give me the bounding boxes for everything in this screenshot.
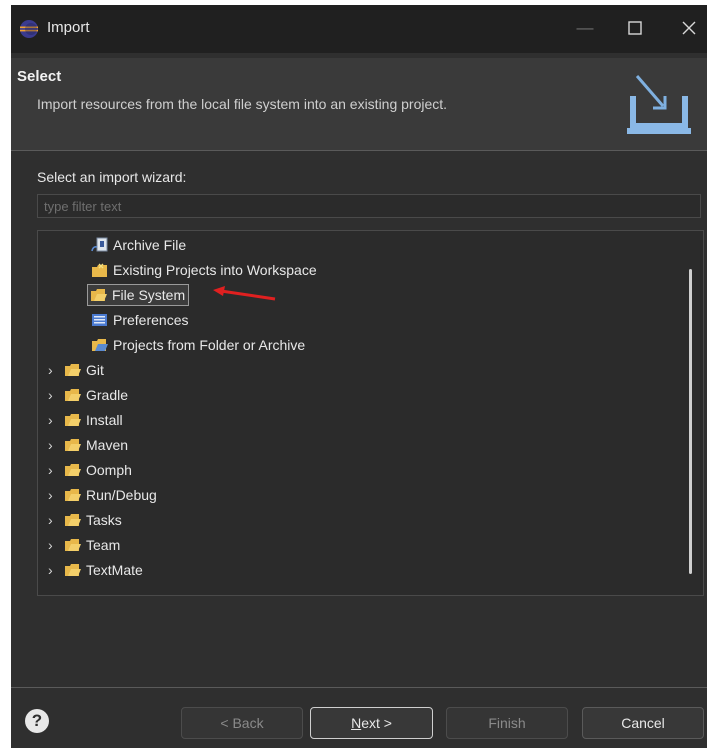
tree-item-file-system[interactable]: File System <box>87 283 190 307</box>
tree-item-preferences[interactable]: Preferences <box>91 308 188 332</box>
tree-category-git[interactable]: › Git <box>48 358 104 382</box>
tree-item-label: Run/Debug <box>86 487 157 503</box>
folder-icon <box>65 389 81 401</box>
tree-category-gradle[interactable]: › Gradle <box>48 383 128 407</box>
tree-item-label: Maven <box>86 437 129 453</box>
tree-item-label: Team <box>86 537 121 553</box>
folder-icon <box>65 489 81 501</box>
tree-item-label: Install <box>86 412 123 428</box>
folder-icon <box>65 564 81 576</box>
footer-separator <box>11 687 707 688</box>
finish-button[interactable]: Finish <box>446 707 568 739</box>
tree-item-label: Existing Projects into Workspace <box>113 262 317 278</box>
folder-icon <box>65 414 81 426</box>
maximize-button[interactable] <box>621 15 649 41</box>
projects-folder-icon <box>92 339 108 351</box>
wizard-header: Select Import resources from the local f… <box>11 58 707 151</box>
folder-icon <box>65 464 81 476</box>
chevron-right-icon[interactable]: › <box>48 412 64 428</box>
archive-file-icon <box>91 237 108 252</box>
page-title: Select <box>17 68 62 85</box>
tree-category-install[interactable]: › Install <box>48 408 123 432</box>
next-button[interactable]: Next > <box>310 707 433 739</box>
chevron-right-icon[interactable]: › <box>48 562 64 578</box>
tree-item-label: Archive File <box>113 237 187 253</box>
chevron-right-icon[interactable]: › <box>48 487 64 503</box>
tree-category-run-debug[interactable]: › Run/Debug <box>48 483 157 507</box>
wizard-tree[interactable]: Archive File Existing Projects into Work… <box>37 230 704 596</box>
chevron-right-icon[interactable]: › <box>48 512 64 528</box>
cancel-button[interactable]: Cancel <box>582 707 704 739</box>
close-icon <box>682 21 696 35</box>
folder-icon <box>65 539 81 551</box>
tree-item-label: Projects from Folder or Archive <box>113 337 306 353</box>
tree-category-oomph[interactable]: › Oomph <box>48 458 132 482</box>
next-mnemonic: N <box>351 715 362 731</box>
wizard-selection-label: Select an import wizard: <box>37 169 187 185</box>
page-description: Import resources from the local file sys… <box>37 96 448 112</box>
filter-input[interactable] <box>37 194 701 218</box>
tree-item-archive-file[interactable]: Archive File <box>91 233 186 257</box>
help-button[interactable]: ? <box>25 709 49 733</box>
folder-icon <box>65 364 81 376</box>
tree-item-label: Oomph <box>86 462 132 478</box>
window-title: Import <box>47 19 90 36</box>
tree-item-label: Tasks <box>86 512 122 528</box>
minimize-button[interactable]: — <box>571 15 599 41</box>
tree-category-tasks[interactable]: › Tasks <box>48 508 122 532</box>
folder-icon <box>65 514 81 526</box>
chevron-right-icon[interactable]: › <box>48 437 64 453</box>
chevron-right-icon[interactable]: › <box>48 537 64 553</box>
tree-scrollbar[interactable] <box>689 269 692 574</box>
tree-item-label: TextMate <box>86 562 143 578</box>
tree-item-label: File System <box>112 287 186 303</box>
tree-category-maven[interactable]: › Maven <box>48 433 128 457</box>
close-button[interactable] <box>675 15 703 41</box>
tree-item-projects-from-folder[interactable]: Projects from Folder or Archive <box>91 333 305 357</box>
chevron-right-icon[interactable]: › <box>48 387 64 403</box>
tree-category-team[interactable]: › Team <box>48 533 120 557</box>
import-dialog: Import — Select Import resources from th… <box>11 5 707 748</box>
tree-item-existing-projects[interactable]: Existing Projects into Workspace <box>91 258 317 282</box>
existing-projects-icon <box>92 263 107 277</box>
tree-item-label: Preferences <box>113 312 189 328</box>
back-button[interactable]: < Back <box>181 707 303 739</box>
preferences-icon <box>92 314 107 326</box>
tree-item-label: Git <box>86 362 104 378</box>
selection-highlight: File System <box>87 284 190 306</box>
import-wizard-icon <box>627 75 691 134</box>
tree-category-textmate[interactable]: › TextMate <box>48 558 143 582</box>
next-label: ext > <box>361 715 392 731</box>
chevron-right-icon[interactable]: › <box>48 362 64 378</box>
eclipse-logo-icon <box>20 20 38 38</box>
title-bar: Import — <box>11 5 707 53</box>
annotation-arrow-icon <box>213 286 276 301</box>
tree-item-label: Gradle <box>86 387 129 403</box>
folder-icon <box>65 439 81 451</box>
file-system-folder-icon <box>91 289 107 301</box>
chevron-right-icon[interactable]: › <box>48 462 64 478</box>
maximize-icon <box>628 21 642 35</box>
